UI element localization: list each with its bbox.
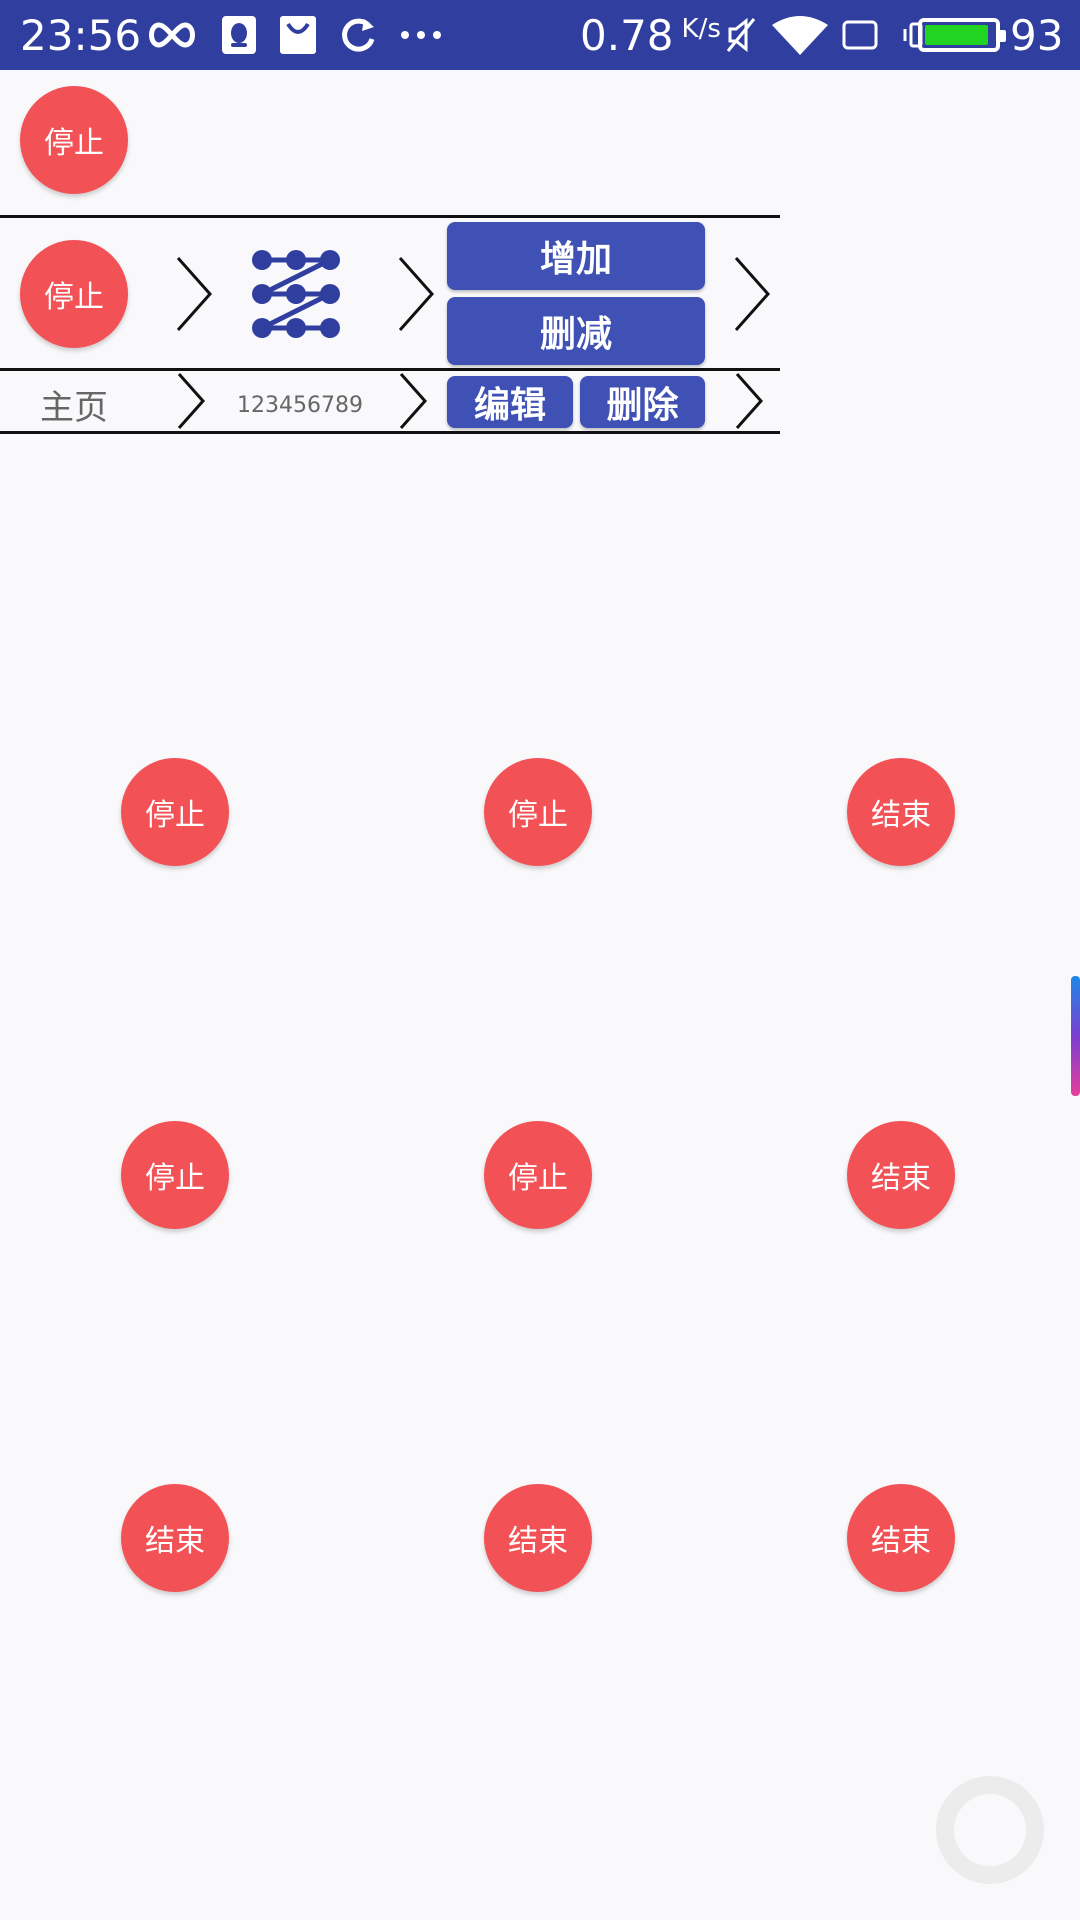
- add-button[interactable]: 增加: [447, 222, 705, 290]
- infinity-icon: [146, 0, 198, 70]
- grid-button[interactable]: 结束: [847, 1484, 955, 1592]
- grid-button[interactable]: 结束: [121, 1484, 229, 1592]
- battery-percent: 93: [1010, 10, 1064, 60]
- network-speed: 0.78 K/s: [580, 0, 721, 70]
- speed-unit: K/s: [681, 14, 721, 44]
- stop-button-row[interactable]: 停止: [20, 240, 128, 348]
- speed-value: 0.78: [580, 10, 674, 60]
- shopping-bag-icon: [280, 0, 316, 70]
- grid-button[interactable]: 结束: [847, 1121, 955, 1229]
- status-time: 23:56: [20, 10, 142, 60]
- more-icon: [400, 0, 442, 70]
- chevron-right-icon: [732, 256, 772, 332]
- edge-scroll-indicator[interactable]: [1071, 976, 1080, 1096]
- divider-line: [0, 215, 780, 218]
- number-text: 123456789: [237, 392, 363, 418]
- reduce-button[interactable]: 删减: [447, 297, 705, 365]
- grid-button[interactable]: 结束: [484, 1484, 592, 1592]
- grid-button[interactable]: 停止: [484, 1121, 592, 1229]
- grid-button[interactable]: 停止: [121, 1121, 229, 1229]
- battery-icon: [918, 0, 1006, 70]
- screen-icon: [842, 0, 878, 70]
- stop-button-top[interactable]: 停止: [20, 86, 128, 194]
- sync-icon: [338, 0, 378, 70]
- grid-button[interactable]: 结束: [847, 758, 955, 866]
- chevron-right-icon: [176, 372, 206, 430]
- wifi-icon: [772, 0, 828, 70]
- status-bar: 23:56 0.78 K/s 93: [0, 0, 1080, 70]
- chevron-right-icon: [398, 372, 428, 430]
- grid-button[interactable]: 停止: [121, 758, 229, 866]
- delete-button[interactable]: 删除: [580, 376, 705, 428]
- chevron-right-icon: [396, 256, 436, 332]
- chevron-right-icon: [174, 256, 214, 332]
- qq-icon: [222, 0, 256, 70]
- mute-icon: [726, 0, 756, 70]
- edit-button[interactable]: 编辑: [447, 376, 573, 428]
- divider-line: [0, 431, 780, 434]
- floating-assistive-button[interactable]: [936, 1776, 1044, 1884]
- chevron-right-icon: [734, 372, 764, 430]
- home-tab[interactable]: 主页: [40, 380, 150, 428]
- pattern-lock-icon[interactable]: [250, 248, 342, 344]
- grid-button[interactable]: 停止: [484, 758, 592, 866]
- divider-line: [0, 368, 780, 371]
